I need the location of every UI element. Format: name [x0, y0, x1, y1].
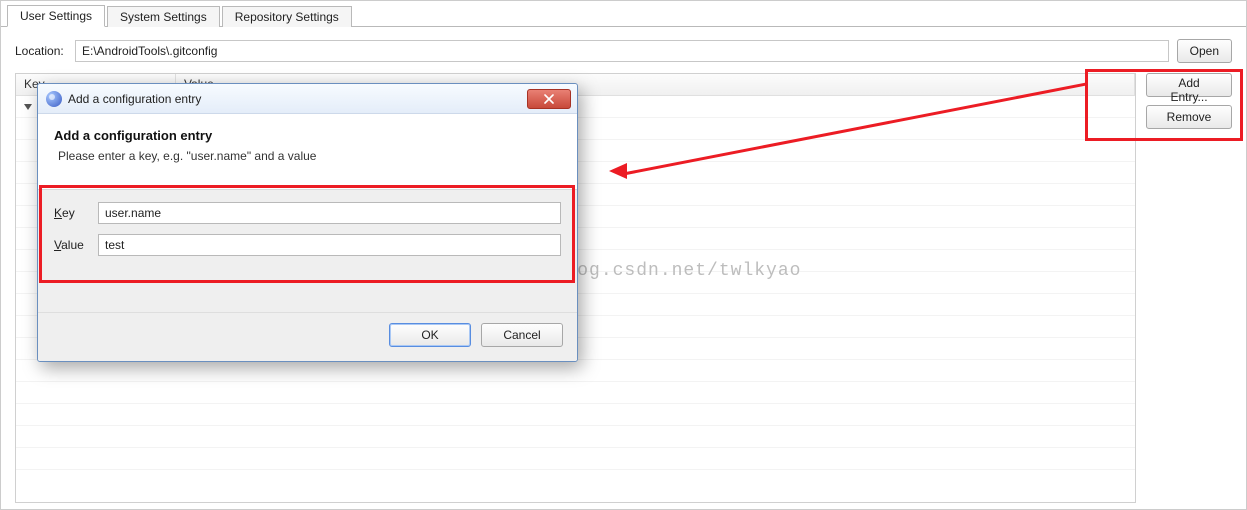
location-label: Location:	[15, 44, 67, 58]
close-icon	[544, 94, 554, 104]
dialog-title: Add a configuration entry	[68, 92, 527, 106]
tab-label: System Settings	[120, 10, 207, 24]
tab-system-settings[interactable]: System Settings	[107, 6, 220, 27]
add-entry-label: Add Entry...	[1170, 76, 1207, 104]
tab-bar: User Settings System Settings Repository…	[1, 1, 1246, 27]
settings-panel: User Settings System Settings Repository…	[0, 0, 1247, 510]
side-buttons: Add Entry... Remove	[1146, 73, 1232, 503]
key-label: Key	[54, 206, 98, 220]
eclipse-icon	[46, 91, 62, 107]
location-input[interactable]	[75, 40, 1169, 62]
open-button[interactable]: Open	[1177, 39, 1232, 63]
key-row: Key	[54, 202, 561, 224]
cancel-button[interactable]: Cancel	[481, 323, 563, 347]
dialog-header-area: Add a configuration entry Please enter a…	[38, 114, 577, 189]
tab-repository-settings[interactable]: Repository Settings	[222, 6, 352, 27]
add-config-entry-dialog: Add a configuration entry Add a configur…	[37, 83, 578, 362]
remove-label: Remove	[1167, 110, 1212, 124]
dialog-heading: Add a configuration entry	[54, 128, 561, 143]
remove-button[interactable]: Remove	[1146, 105, 1232, 129]
ok-label: OK	[421, 328, 438, 342]
key-input[interactable]	[98, 202, 561, 224]
location-row: Location: Open	[15, 39, 1232, 63]
dialog-subtext: Please enter a key, e.g. "user.name" and…	[58, 149, 561, 163]
tab-user-settings[interactable]: User Settings	[7, 5, 105, 27]
add-entry-button[interactable]: Add Entry...	[1146, 73, 1232, 97]
expand-icon[interactable]	[24, 104, 32, 110]
cancel-label: Cancel	[503, 328, 540, 342]
dialog-form: Key Value	[38, 189, 577, 312]
tab-label: Repository Settings	[235, 10, 339, 24]
value-row: Value	[54, 234, 561, 256]
dialog-titlebar[interactable]: Add a configuration entry	[38, 84, 577, 114]
tab-label: User Settings	[20, 9, 92, 23]
close-button[interactable]	[527, 89, 571, 109]
value-label: Value	[54, 238, 98, 252]
value-input[interactable]	[98, 234, 561, 256]
ok-button[interactable]: OK	[389, 323, 471, 347]
open-button-label: Open	[1190, 44, 1219, 58]
dialog-footer: OK Cancel	[38, 312, 577, 361]
